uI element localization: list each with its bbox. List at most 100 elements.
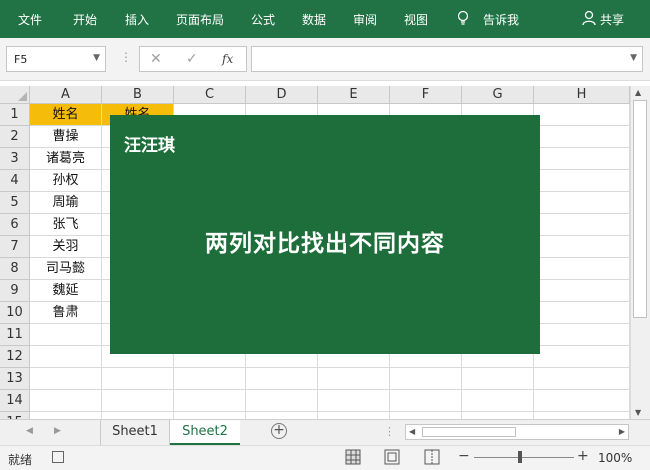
cell-H5[interactable]: [534, 192, 630, 214]
cell-F14[interactable]: [390, 390, 462, 412]
cell-A4[interactable]: 孙权: [30, 170, 102, 192]
cell-A3[interactable]: 诸葛亮: [30, 148, 102, 170]
row-header-2[interactable]: 2: [0, 126, 30, 148]
scroll-up-icon[interactable]: ▲: [635, 88, 641, 97]
cancel-icon[interactable]: ✕: [150, 51, 162, 67]
cell-A11[interactable]: [30, 324, 102, 346]
cell-H1[interactable]: [534, 104, 630, 126]
select-all-corner[interactable]: [0, 86, 30, 104]
cell-H8[interactable]: [534, 258, 630, 280]
tab-home[interactable]: 开始: [73, 11, 97, 28]
cell-G13[interactable]: [462, 368, 534, 390]
chevron-down-icon[interactable]: ▼: [93, 53, 100, 63]
cell-A7[interactable]: 关羽: [30, 236, 102, 258]
cell-E13[interactable]: [318, 368, 390, 390]
cell-A5[interactable]: 周瑜: [30, 192, 102, 214]
horizontal-scrollbar[interactable]: ◀ ▶: [405, 424, 629, 440]
cell-H4[interactable]: [534, 170, 630, 192]
cell-H3[interactable]: [534, 148, 630, 170]
cell-H7[interactable]: [534, 236, 630, 258]
row-header-14[interactable]: 14: [0, 390, 30, 412]
tell-me-label[interactable]: 告诉我: [483, 11, 519, 28]
column-header-g[interactable]: G: [462, 86, 534, 104]
cell-H12[interactable]: [534, 346, 630, 368]
zoom-slider[interactable]: [474, 457, 574, 458]
formula-input[interactable]: ▼: [251, 46, 643, 72]
cell-A12[interactable]: [30, 346, 102, 368]
cell-H2[interactable]: [534, 126, 630, 148]
cell-A2[interactable]: 曹操: [30, 126, 102, 148]
cell-H9[interactable]: [534, 280, 630, 302]
row-header-12[interactable]: 12: [0, 346, 30, 368]
tab-insert[interactable]: 插入: [125, 11, 149, 28]
row-header-6[interactable]: 6: [0, 214, 30, 236]
scroll-right-icon[interactable]: ▶: [619, 427, 625, 436]
row-header-3[interactable]: 3: [0, 148, 30, 170]
cell-C14[interactable]: [174, 390, 246, 412]
zoom-level[interactable]: 100%: [598, 451, 632, 465]
name-box[interactable]: F5 ▼: [6, 46, 106, 72]
page-layout-view-icon[interactable]: [384, 449, 400, 465]
column-header-d[interactable]: D: [246, 86, 318, 104]
cell-B14[interactable]: [102, 390, 174, 412]
column-header-a[interactable]: A: [30, 86, 102, 104]
tab-view[interactable]: 视图: [404, 11, 428, 28]
cell-G14[interactable]: [462, 390, 534, 412]
cell-D13[interactable]: [246, 368, 318, 390]
tab-review[interactable]: 审阅: [353, 11, 377, 28]
scroll-left-icon[interactable]: ◀: [409, 427, 415, 436]
row-header-8[interactable]: 8: [0, 258, 30, 280]
cell-H14[interactable]: [534, 390, 630, 412]
macro-record-icon[interactable]: [52, 451, 64, 463]
prev-sheet-icon[interactable]: ◀: [26, 426, 33, 436]
zoom-out-icon[interactable]: −: [458, 448, 470, 464]
column-header-b[interactable]: B: [102, 86, 174, 104]
cell-A6[interactable]: 张飞: [30, 214, 102, 236]
insert-function-icon[interactable]: fx: [222, 52, 233, 66]
cell-C13[interactable]: [174, 368, 246, 390]
cell-A10[interactable]: 鲁肃: [30, 302, 102, 324]
cell-A13[interactable]: [30, 368, 102, 390]
cell-D14[interactable]: [246, 390, 318, 412]
next-sheet-icon[interactable]: ▶: [54, 426, 61, 436]
sheet-tab-sheet1[interactable]: Sheet1: [100, 420, 170, 445]
vertical-scroll-thumb[interactable]: [633, 100, 647, 318]
scroll-down-icon[interactable]: ▼: [635, 408, 641, 417]
share-button[interactable]: 共享: [600, 11, 624, 28]
tab-split-grip[interactable]: ⋮: [384, 425, 395, 438]
cell-H10[interactable]: [534, 302, 630, 324]
row-header-11[interactable]: 11: [0, 324, 30, 346]
row-header-13[interactable]: 13: [0, 368, 30, 390]
column-header-f[interactable]: F: [390, 86, 462, 104]
cell-A1[interactable]: 姓名: [30, 104, 102, 126]
horizontal-scroll-thumb[interactable]: [422, 427, 516, 437]
column-header-e[interactable]: E: [318, 86, 390, 104]
cell-E14[interactable]: [318, 390, 390, 412]
column-header-h[interactable]: H: [534, 86, 630, 104]
person-icon[interactable]: [582, 10, 596, 26]
cell-H13[interactable]: [534, 368, 630, 390]
cell-H6[interactable]: [534, 214, 630, 236]
cell-F13[interactable]: [390, 368, 462, 390]
add-sheet-icon[interactable]: +: [271, 423, 287, 439]
cell-B13[interactable]: [102, 368, 174, 390]
cell-H11[interactable]: [534, 324, 630, 346]
vertical-scrollbar[interactable]: ▲ ▼: [630, 86, 650, 419]
sheet-tab-sheet2[interactable]: Sheet2: [170, 420, 240, 445]
zoom-slider-thumb[interactable]: [518, 451, 522, 463]
zoom-in-icon[interactable]: +: [577, 448, 589, 464]
cell-A9[interactable]: 魏延: [30, 280, 102, 302]
formula-bar-grip[interactable]: ⋮: [120, 50, 132, 64]
page-break-view-icon[interactable]: [424, 449, 440, 465]
cell-A14[interactable]: [30, 390, 102, 412]
row-header-4[interactable]: 4: [0, 170, 30, 192]
row-header-1[interactable]: 1: [0, 104, 30, 126]
tab-data[interactable]: 数据: [302, 11, 326, 28]
column-header-c[interactable]: C: [174, 86, 246, 104]
expand-formula-icon[interactable]: ▼: [630, 53, 637, 63]
tab-formulas[interactable]: 公式: [251, 11, 275, 28]
lightbulb-icon[interactable]: [456, 10, 470, 26]
row-header-10[interactable]: 10: [0, 302, 30, 324]
tab-file[interactable]: 文件: [18, 11, 42, 28]
row-header-9[interactable]: 9: [0, 280, 30, 302]
